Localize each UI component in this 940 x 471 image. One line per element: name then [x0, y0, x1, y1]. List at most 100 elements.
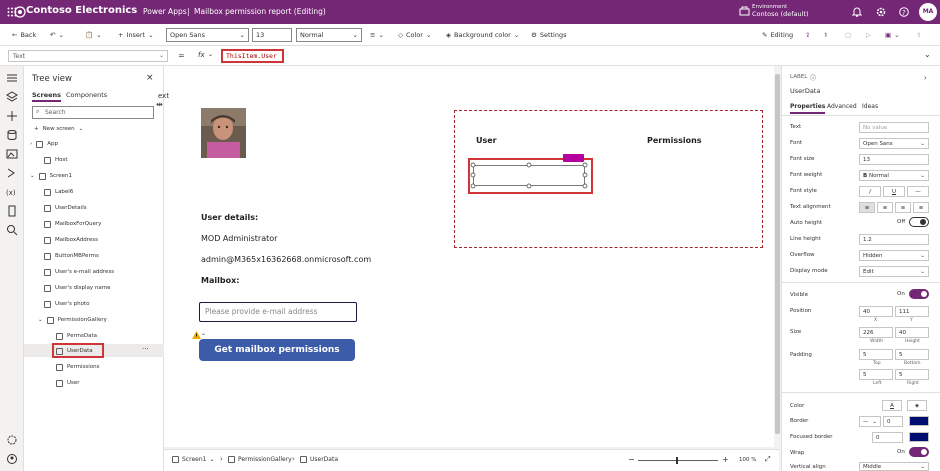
chevron-down-icon[interactable]: ⌄ [201, 330, 206, 337]
fit-screen-icon[interactable]: ⤢ [765, 455, 771, 464]
environment-picker[interactable]: Environment Contoso (default) [752, 4, 809, 19]
help-icon[interactable]: ? [899, 7, 909, 17]
chevron-down-icon[interactable]: ⌄ [208, 51, 213, 58]
plus-icon[interactable] [6, 110, 18, 122]
tree-node-mailboxaddress[interactable]: MailboxAddress [44, 235, 98, 245]
zoom-in-icon[interactable]: + [722, 455, 729, 464]
search-icon[interactable] [6, 224, 18, 236]
text-color-picker[interactable]: A [882, 400, 902, 411]
focused-border-input[interactable]: 0 [872, 432, 903, 443]
font-weight-property-select[interactable]: B Normal ⌄ [859, 170, 929, 181]
underline-toggle[interactable]: U [883, 186, 905, 197]
comments-button[interactable]: ▢ [845, 29, 851, 41]
tab-properties[interactable]: Properties [790, 103, 826, 114]
control-name[interactable]: UserData [790, 87, 820, 95]
tree-node-user[interactable]: User [56, 378, 80, 388]
chevron-right-icon[interactable]: › [924, 74, 927, 82]
settings-button[interactable]: ⚙ Settings [531, 29, 567, 41]
color-button[interactable]: ◇ Color ⌄ [398, 29, 431, 41]
border-style-select[interactable]: — ⌄ [859, 416, 881, 427]
undo-button[interactable]: ↶ ⌄ [50, 29, 64, 41]
background-color-button[interactable]: ◈ Background color ⌄ [446, 29, 519, 41]
width-input[interactable]: 226 [859, 327, 893, 338]
tree-node-buttonmbperms[interactable]: ButtonMBPerms [44, 251, 99, 261]
variables-icon[interactable]: (x) [6, 186, 18, 198]
line-height-property-input[interactable]: 1.2 [859, 234, 929, 245]
auto-height-toggle[interactable] [909, 217, 929, 227]
insert-button[interactable]: + Insert ⌄ [118, 29, 154, 41]
hamburger-icon[interactable] [6, 72, 18, 84]
avatar[interactable]: MA [919, 3, 937, 21]
padding-left-input[interactable]: 5 [859, 369, 893, 380]
font-size-property-input[interactable]: 13 [859, 154, 929, 165]
overflow-property-select[interactable]: Hidden ⌄ [859, 250, 929, 261]
canvas-scrollbar[interactable] [774, 66, 781, 449]
wrap-toggle[interactable] [909, 447, 929, 457]
selection-handles[interactable] [470, 162, 588, 190]
font-size-input[interactable]: 13 [252, 28, 292, 42]
tree-node-label6[interactable]: Label6 [44, 187, 73, 197]
scrollbar-thumb[interactable] [775, 74, 780, 434]
tab-components[interactable]: Components [66, 91, 107, 99]
more-options-icon[interactable]: ··· [142, 345, 149, 353]
zoom-slider-thumb[interactable] [676, 457, 678, 464]
tree-node-permissiongallery[interactable]: ⌄ PermissionGallery [38, 315, 107, 325]
resize-handle-icon[interactable]: ⇹ [156, 100, 163, 109]
fill-color-picker[interactable]: ◈ [907, 400, 927, 411]
tools-icon[interactable] [6, 205, 18, 217]
close-icon[interactable]: × [146, 73, 154, 83]
tree-search-input[interactable]: ⌕ Search [32, 106, 154, 119]
property-select[interactable]: Text ⌄ [8, 50, 168, 62]
zoom-out-icon[interactable]: − [628, 455, 635, 464]
flow-icon[interactable] [6, 167, 18, 179]
align-justify-button[interactable]: ≡ [913, 202, 929, 213]
warning-icon[interactable] [192, 331, 201, 339]
breadcrumb-control[interactable]: UserData [300, 456, 338, 463]
tree-node-host[interactable]: Host [44, 155, 68, 165]
font-select[interactable]: Open Sans ⌄ [166, 28, 249, 42]
breadcrumb-gallery[interactable]: PermissionGallery [228, 456, 292, 463]
align-right-button[interactable]: ≡ [895, 202, 911, 213]
bell-icon[interactable] [852, 7, 862, 17]
expand-formula-icon[interactable]: ⌄ [924, 50, 931, 59]
environment-icon[interactable] [739, 6, 750, 17]
tree-node-permsdata[interactable]: PermsData [56, 331, 97, 341]
gear-icon[interactable] [876, 7, 886, 17]
tree-node-app[interactable]: › App [30, 139, 58, 149]
text-property-input[interactable]: No value [859, 122, 929, 133]
account-icon[interactable] [6, 453, 18, 465]
tree-node-user-display-name[interactable]: User's display name [44, 283, 111, 293]
formula-input[interactable]: ThisItem.User [221, 49, 284, 63]
align-left-button[interactable]: ≡ [859, 202, 875, 213]
display-mode-property-select[interactable]: Edit ⌄ [859, 266, 929, 277]
font-weight-select[interactable]: Normal ⌄ [296, 28, 362, 42]
height-input[interactable]: 40 [895, 327, 929, 338]
visible-toggle[interactable] [909, 289, 929, 299]
position-x-input[interactable]: 40 [859, 306, 893, 317]
layers-icon[interactable] [6, 91, 18, 103]
preview-button[interactable]: ▷ [866, 29, 871, 41]
editing-button[interactable]: ✎ Editing [762, 29, 793, 41]
align-button[interactable]: ≡ ⌄ [370, 29, 384, 41]
share-button[interactable]: ⇪ [805, 29, 810, 41]
tree-node-userdetails[interactable]: UserDetails [44, 203, 87, 213]
focused-border-color-swatch[interactable] [909, 432, 929, 442]
database-icon[interactable] [6, 129, 18, 141]
border-color-swatch[interactable] [909, 416, 929, 426]
vertical-align-select[interactable]: Middle ⌄ [859, 462, 929, 471]
checker-button[interactable]: ⚕ [824, 29, 828, 41]
padding-bottom-input[interactable]: 5 [895, 349, 929, 360]
new-screen-button[interactable]: + New screen ⌄ [34, 124, 83, 134]
tree-node-screen1[interactable]: ⌄ Screen1 [30, 171, 72, 181]
align-center-button[interactable]: ≡ [877, 202, 893, 213]
breadcrumb-screen[interactable]: Screen1 ⌄ [172, 456, 214, 463]
tree-node-mailboxforquery[interactable]: MailboxForQuery [44, 219, 101, 229]
padding-top-input[interactable]: 5 [859, 349, 893, 360]
tree-node-permissions[interactable]: Permissions [56, 362, 100, 372]
border-width-input[interactable]: 0 [883, 416, 903, 427]
tab-screens[interactable]: Screens [32, 91, 62, 102]
paste-button[interactable]: 📋 ⌄ [85, 29, 102, 41]
publish-button[interactable]: ⇧ [916, 29, 921, 41]
help-icon[interactable]: ⓘ [810, 73, 816, 82]
fx-icon[interactable]: fx [198, 51, 205, 59]
